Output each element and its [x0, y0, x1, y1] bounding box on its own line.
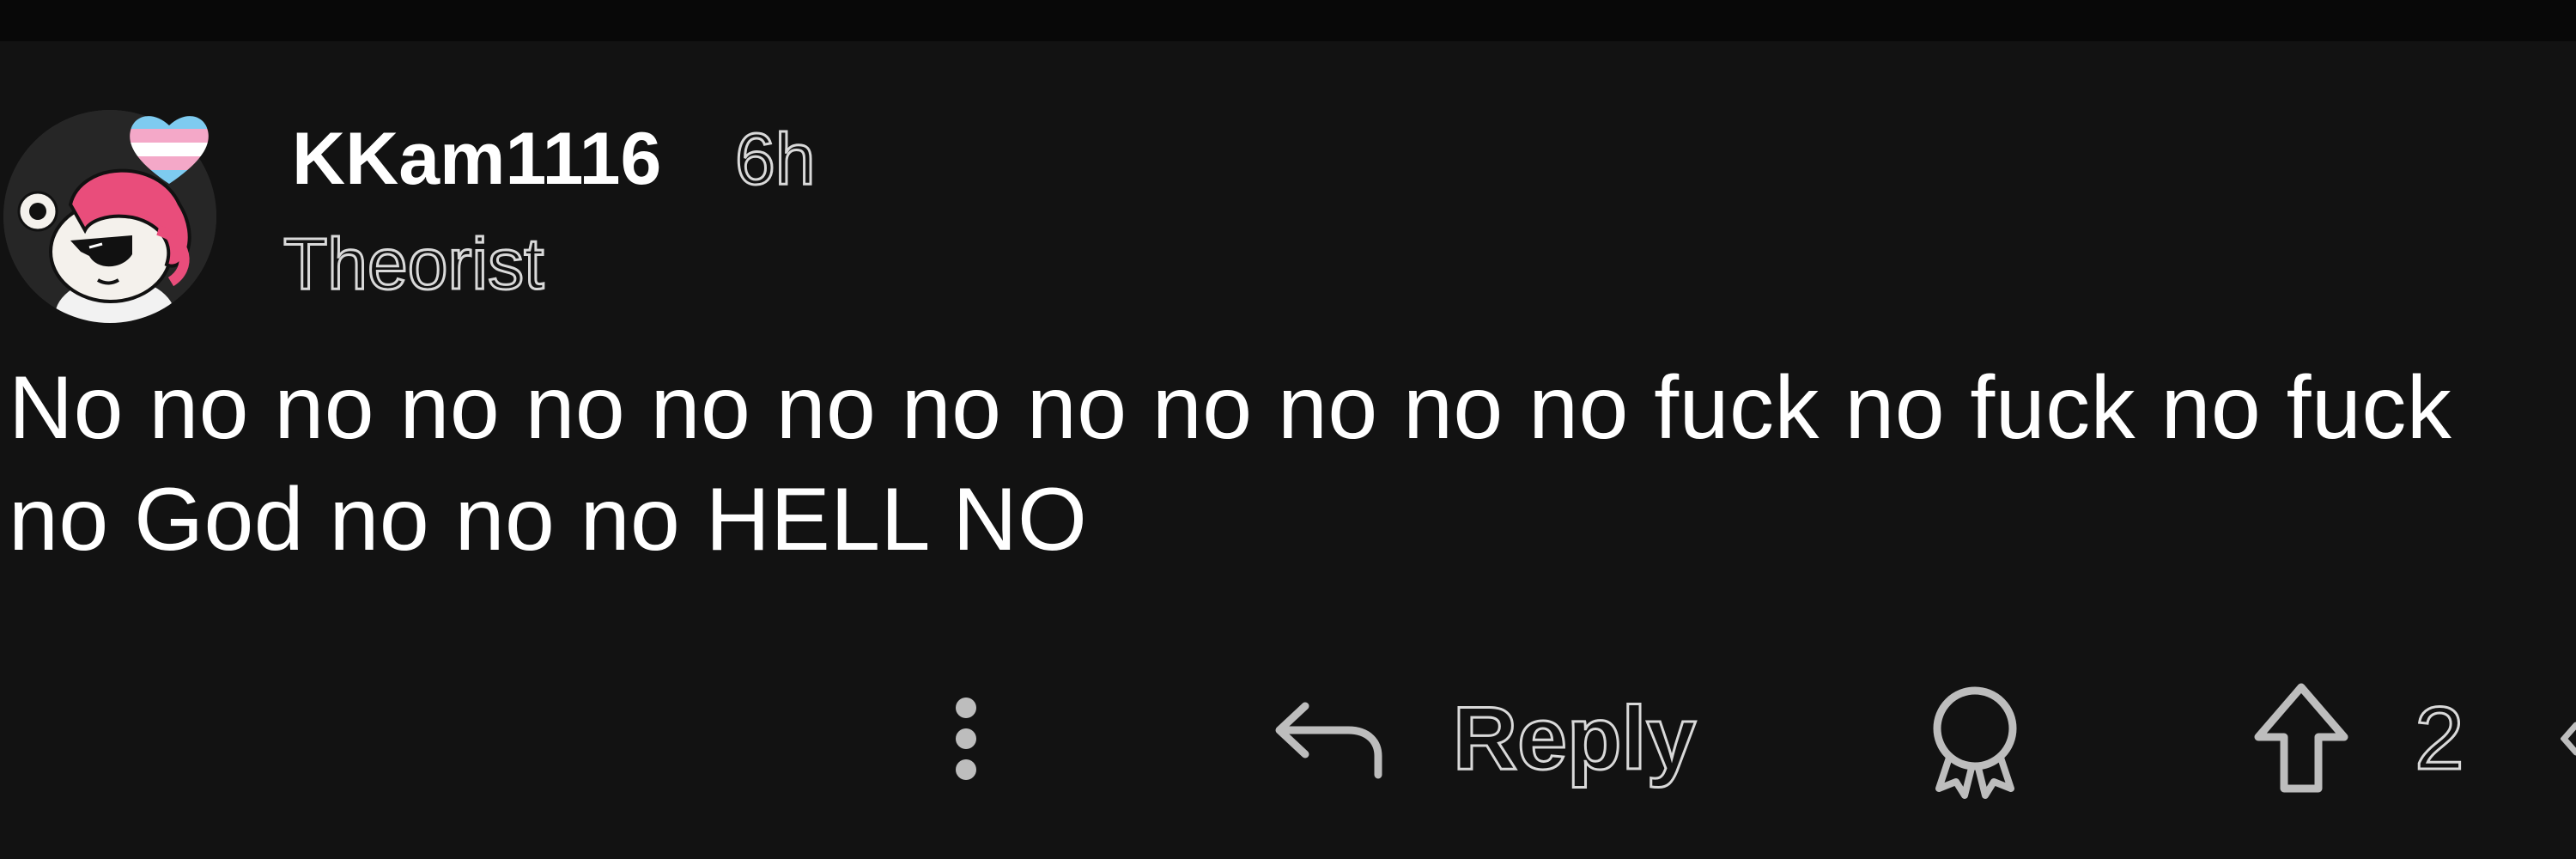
trans-heart-flair-icon [127, 110, 211, 187]
comment-action-bar: Reply 2 [0, 670, 2576, 799]
downvote-arrow-icon [2560, 722, 2576, 756]
upvote-button[interactable] [2250, 679, 2353, 799]
vote-count: 2 [2414, 688, 2466, 790]
more-options-button[interactable] [945, 687, 987, 790]
more-vertical-icon [956, 698, 976, 780]
upvote-arrow-icon [2254, 683, 2348, 793]
comment-body: No no no no no no no no no no no no no f… [9, 358, 2477, 570]
reply-button[interactable]: Reply [1262, 687, 1743, 790]
user-flair: Theorist [282, 222, 544, 306]
reply-arrow-icon [1271, 696, 1391, 782]
top-bar [0, 0, 2576, 41]
reply-label: Reply [1451, 688, 1697, 790]
award-icon [1933, 686, 2017, 799]
downvote-button[interactable] [2560, 722, 2576, 756]
award-button[interactable] [1915, 679, 2035, 799]
timestamp: 6h [733, 118, 816, 201]
username[interactable]: KKam1116 [292, 112, 661, 206]
comment-screen: KKam1116 6h Theorist No no no no no no n… [0, 0, 2576, 859]
